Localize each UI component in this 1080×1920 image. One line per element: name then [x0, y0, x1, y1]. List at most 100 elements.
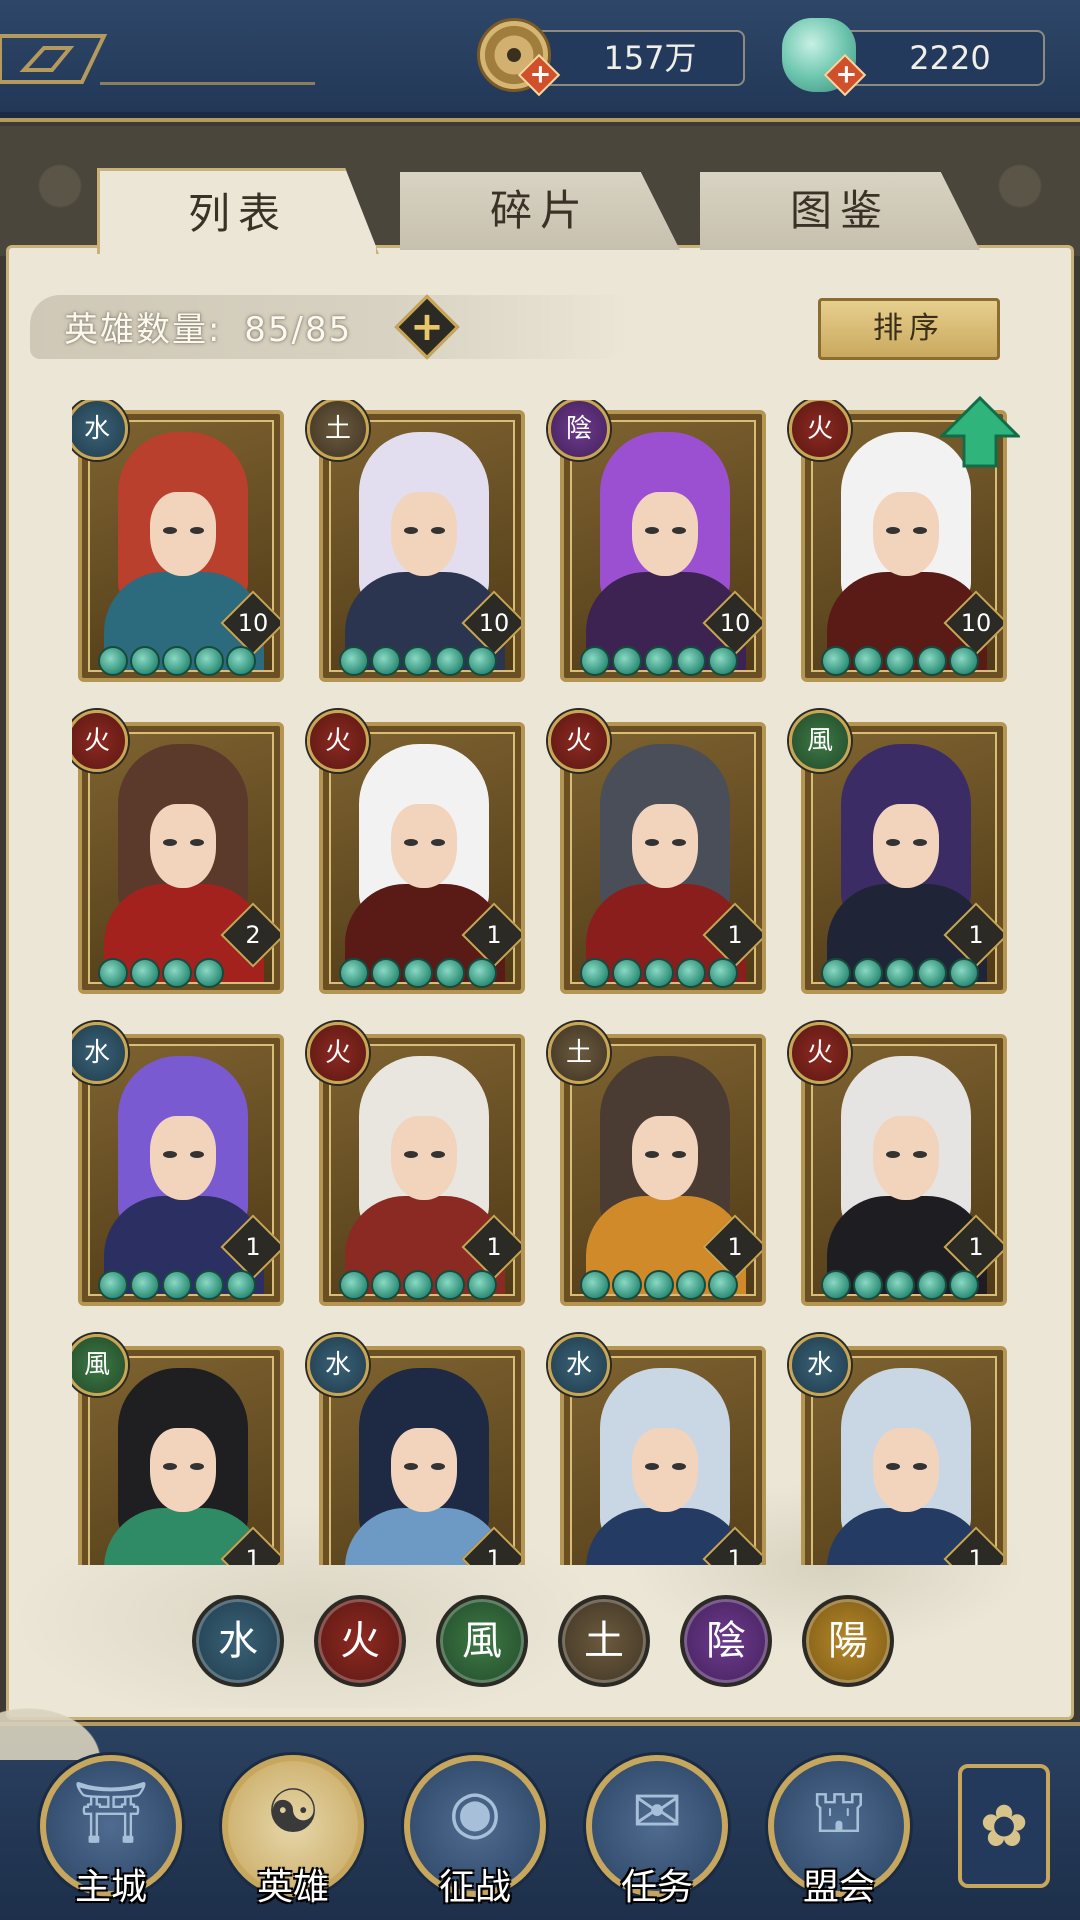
hero-face [150, 804, 216, 888]
hero-stars [580, 646, 738, 676]
hero-level: 1 [486, 921, 502, 949]
jade-star-icon [580, 1270, 610, 1300]
fire-element-icon: 火 [548, 710, 610, 772]
hero-level: 1 [968, 921, 984, 949]
hero-stars [580, 1270, 738, 1300]
hero-count-value: 85/85 [244, 310, 353, 350]
fire-filter-icon[interactable]: 火 [314, 1595, 406, 1687]
hero-eye [645, 839, 659, 846]
jade-star-icon [949, 646, 979, 676]
yang-filter-icon[interactable]: 陽 [802, 1595, 894, 1687]
jade-star-icon [821, 646, 851, 676]
hero-face [391, 1116, 457, 1200]
tab-codex[interactable]: 图鉴 [700, 172, 980, 250]
hero-stars [821, 646, 979, 676]
hero-level: 10 [960, 609, 992, 637]
jade-star-icon [435, 1270, 465, 1300]
hero-eye [913, 839, 927, 846]
sort-button[interactable]: 排序 [818, 298, 1000, 360]
hero-level: 1 [727, 1545, 743, 1565]
hero-eye [431, 1151, 445, 1158]
jade-star-icon [403, 958, 433, 988]
jade-star-icon [885, 1270, 915, 1300]
jade-star-icon [612, 1270, 642, 1300]
jade-star-icon [403, 1270, 433, 1300]
earth-filter-icon[interactable]: 土 [558, 1595, 650, 1687]
hero-face [632, 1116, 698, 1200]
jade-star-icon [467, 1270, 497, 1300]
hero-count: 英雄数量: 85/85 [64, 302, 352, 351]
hero-face [391, 804, 457, 888]
hero-eye [431, 527, 445, 534]
hero-eye [404, 1463, 418, 1470]
jade-star-icon [949, 1270, 979, 1300]
hero-face [150, 492, 216, 576]
tab-list[interactable]: 列表 [97, 168, 379, 254]
jade-value: 2220 [909, 39, 991, 77]
hero-eye [163, 839, 177, 846]
war-drum-icon: ◉ [448, 1777, 502, 1847]
jade-star-icon [162, 958, 192, 988]
hero-eye [886, 1463, 900, 1470]
jade-star-icon [226, 1270, 256, 1300]
jade-star-icon [676, 958, 706, 988]
alliance-gate-icon: ⛫ [811, 1777, 867, 1847]
jade-star-icon [644, 1270, 674, 1300]
hero-level: 10 [478, 609, 510, 637]
hero-level: 10 [719, 609, 751, 637]
jade-star-icon [853, 1270, 883, 1300]
hero-eye [431, 1463, 445, 1470]
jade-star-icon [580, 646, 610, 676]
hero-level: 2 [245, 921, 261, 949]
more-menu-button[interactable]: ✿ [958, 1764, 1050, 1888]
hero-level: 1 [486, 1233, 502, 1261]
jade-star-icon [708, 958, 738, 988]
jade-star-icon [339, 1270, 369, 1300]
hero-stars [821, 1270, 979, 1300]
jade-star-icon [467, 958, 497, 988]
jade-star-icon [162, 646, 192, 676]
hero-stars [339, 646, 497, 676]
jade-star-icon [130, 1270, 160, 1300]
jade-star-icon [371, 958, 401, 988]
hero-eye [672, 1463, 686, 1470]
jade-star-icon [676, 646, 706, 676]
logo-underline [100, 82, 315, 85]
jade-star-icon [853, 646, 883, 676]
jade-star-icon [917, 646, 947, 676]
nav-label: 英雄 [256, 1867, 329, 1908]
earth-element-icon: 土 [307, 400, 369, 460]
hero-face [391, 492, 457, 576]
jade-star-icon [226, 646, 256, 676]
yin-filter-icon[interactable]: 陰 [680, 1595, 772, 1687]
jade-star-icon [435, 958, 465, 988]
wind-element-icon: 風 [789, 710, 851, 772]
plus-icon: + [410, 304, 444, 350]
earth-element-icon: 土 [548, 1022, 610, 1084]
hero-stars [339, 1270, 497, 1300]
jade-star-icon [98, 646, 128, 676]
water-filter-icon[interactable]: 水 [192, 1595, 284, 1687]
hero-face [391, 1428, 457, 1512]
tab-fragments[interactable]: 碎片 [400, 172, 680, 250]
hero-portrait-icon: ☯ [266, 1777, 320, 1847]
jade-star-icon [467, 646, 497, 676]
nav-label: 盟会 [802, 1867, 875, 1908]
hero-eye [190, 1463, 204, 1470]
hero-level: 1 [245, 1233, 261, 1261]
wind-filter-icon[interactable]: 風 [436, 1595, 528, 1687]
hero-eye [404, 1151, 418, 1158]
hero-level: 1 [968, 1545, 984, 1565]
jade-star-icon [708, 646, 738, 676]
jade-star-icon [580, 958, 610, 988]
flower-menu-icon: ✿ [979, 1792, 1029, 1860]
hero-eye [190, 1151, 204, 1158]
hero-level: 1 [727, 1233, 743, 1261]
jade-star-icon [98, 1270, 128, 1300]
coin-value: 157万 [603, 39, 697, 77]
jade-star-icon [130, 646, 160, 676]
jade-star-icon [194, 646, 224, 676]
hero-eye [163, 1463, 177, 1470]
nav-label: 征战 [438, 1867, 511, 1908]
hero-eye [163, 527, 177, 534]
